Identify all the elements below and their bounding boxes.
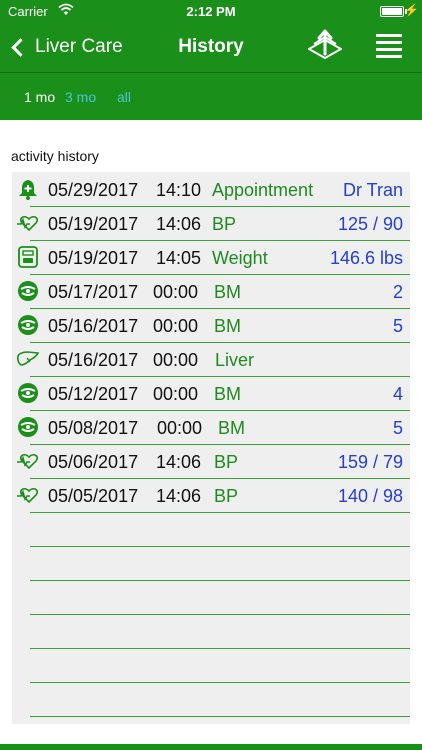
empty-row-divider bbox=[30, 546, 410, 547]
battery-icon bbox=[380, 6, 404, 17]
history-row[interactable]: 05/19/2017 14:05 Weight 146.6 lbs bbox=[12, 240, 410, 274]
back-button[interactable]: Liver Care bbox=[8, 32, 123, 62]
history-list: 05/29/2017 14:10 Appointment Dr Tran 05/… bbox=[12, 172, 410, 724]
row-value: 159 / 79 bbox=[337, 452, 403, 472]
heart-pulse-icon bbox=[16, 450, 40, 472]
row-value: 4 bbox=[392, 384, 403, 404]
liver-icon bbox=[16, 348, 40, 370]
row-value: 5 bbox=[392, 418, 403, 438]
row-time: 00:00 bbox=[153, 384, 199, 404]
row-date: 05/08/2017 bbox=[48, 418, 139, 438]
section-title: activity history bbox=[11, 148, 99, 164]
row-type: Appointment bbox=[212, 180, 314, 200]
row-date: 05/19/2017 bbox=[48, 214, 139, 234]
row-time: 00:00 bbox=[157, 418, 203, 438]
history-row[interactable]: 05/16/2017 00:00 Liver bbox=[12, 342, 410, 376]
filter-all[interactable]: all bbox=[117, 89, 131, 105]
row-date: 05/05/2017 bbox=[48, 486, 139, 506]
row-type: Weight bbox=[212, 248, 268, 268]
row-value: 146.6 lbs bbox=[329, 248, 403, 268]
row-value: 125 / 90 bbox=[337, 214, 403, 234]
history-row[interactable]: 05/16/2017 00:00 BM 5 bbox=[12, 308, 410, 342]
history-row[interactable]: 05/08/2017 00:00 BM 5 bbox=[12, 410, 410, 444]
filter-1-month[interactable]: 1 mo bbox=[24, 89, 55, 105]
row-value: Dr Tran bbox=[342, 180, 403, 200]
scale-icon bbox=[16, 246, 40, 268]
row-date: 05/29/2017 bbox=[48, 180, 139, 200]
share-upload-icon bbox=[308, 29, 342, 59]
heart-pulse-icon bbox=[16, 484, 40, 506]
share-button[interactable] bbox=[305, 27, 345, 67]
row-date: 05/16/2017 bbox=[48, 316, 139, 336]
row-time: 14:06 bbox=[156, 214, 202, 234]
bm-icon bbox=[16, 416, 40, 438]
row-time: 00:00 bbox=[153, 316, 199, 336]
row-value: 5 bbox=[392, 316, 403, 336]
history-row[interactable]: 05/05/2017 14:06 BP 140 / 98 bbox=[12, 478, 410, 512]
empty-row-divider bbox=[30, 716, 410, 717]
row-date: 05/16/2017 bbox=[48, 350, 139, 370]
status-bar: Carrier 2:12 PM ⚡ bbox=[0, 0, 422, 22]
row-date: 05/19/2017 bbox=[48, 248, 139, 268]
back-button-label: Liver Care bbox=[35, 36, 123, 57]
empty-row-divider bbox=[30, 682, 410, 683]
row-time: 14:06 bbox=[156, 486, 202, 506]
row-value: 140 / 98 bbox=[337, 486, 403, 506]
history-row[interactable]: 05/06/2017 14:06 BP 159 / 79 bbox=[12, 444, 410, 478]
filter-3-months[interactable]: 3 mo bbox=[65, 89, 96, 105]
row-type: BM bbox=[214, 316, 241, 336]
row-date: 05/12/2017 bbox=[48, 384, 139, 404]
history-row[interactable]: 05/12/2017 00:00 BM 4 bbox=[12, 376, 410, 410]
heart-pulse-icon bbox=[16, 212, 40, 234]
bm-icon bbox=[16, 382, 40, 404]
history-row[interactable]: 05/29/2017 14:10 Appointment Dr Tran bbox=[12, 172, 410, 206]
row-type: BP bbox=[214, 486, 239, 506]
row-date: 05/17/2017 bbox=[48, 282, 139, 302]
bm-icon bbox=[16, 280, 40, 302]
row-type: BP bbox=[214, 452, 239, 472]
row-value: 2 bbox=[392, 282, 403, 302]
history-row[interactable]: 05/17/2017 00:00 BM 2 bbox=[12, 274, 410, 308]
row-type: BM bbox=[218, 418, 245, 438]
history-row[interactable]: 05/19/2017 14:06 BP 125 / 90 bbox=[12, 206, 410, 240]
row-time: 14:05 bbox=[156, 248, 202, 268]
menu-icon-line bbox=[376, 41, 402, 44]
status-time: 2:12 PM bbox=[186, 4, 236, 19]
row-time: 14:10 bbox=[156, 180, 202, 200]
row-divider bbox=[30, 512, 410, 513]
bottom-bar bbox=[0, 744, 422, 750]
row-type: BM bbox=[214, 384, 241, 404]
chevron-left-icon bbox=[11, 37, 30, 57]
row-time: 00:00 bbox=[153, 282, 199, 302]
appointment-bell-icon bbox=[16, 178, 40, 200]
navigation-bar: Liver Care History bbox=[0, 22, 422, 72]
row-time: 00:00 bbox=[153, 350, 199, 370]
row-type: BM bbox=[214, 282, 241, 302]
row-date: 05/06/2017 bbox=[48, 452, 139, 472]
menu-icon-line bbox=[376, 48, 402, 51]
charging-bolt-icon: ⚡ bbox=[404, 3, 419, 17]
menu-icon-line bbox=[376, 34, 402, 37]
empty-row-divider bbox=[30, 580, 410, 581]
row-time: 14:06 bbox=[156, 452, 202, 472]
empty-row-divider bbox=[30, 648, 410, 649]
row-type: Liver bbox=[215, 350, 255, 370]
period-filter-bar: 1 mo 3 mo all bbox=[0, 72, 422, 120]
menu-button[interactable] bbox=[374, 34, 404, 60]
bm-icon bbox=[16, 314, 40, 336]
row-type: BP bbox=[212, 214, 237, 234]
empty-row-divider bbox=[30, 614, 410, 615]
menu-icon-line bbox=[376, 55, 402, 58]
